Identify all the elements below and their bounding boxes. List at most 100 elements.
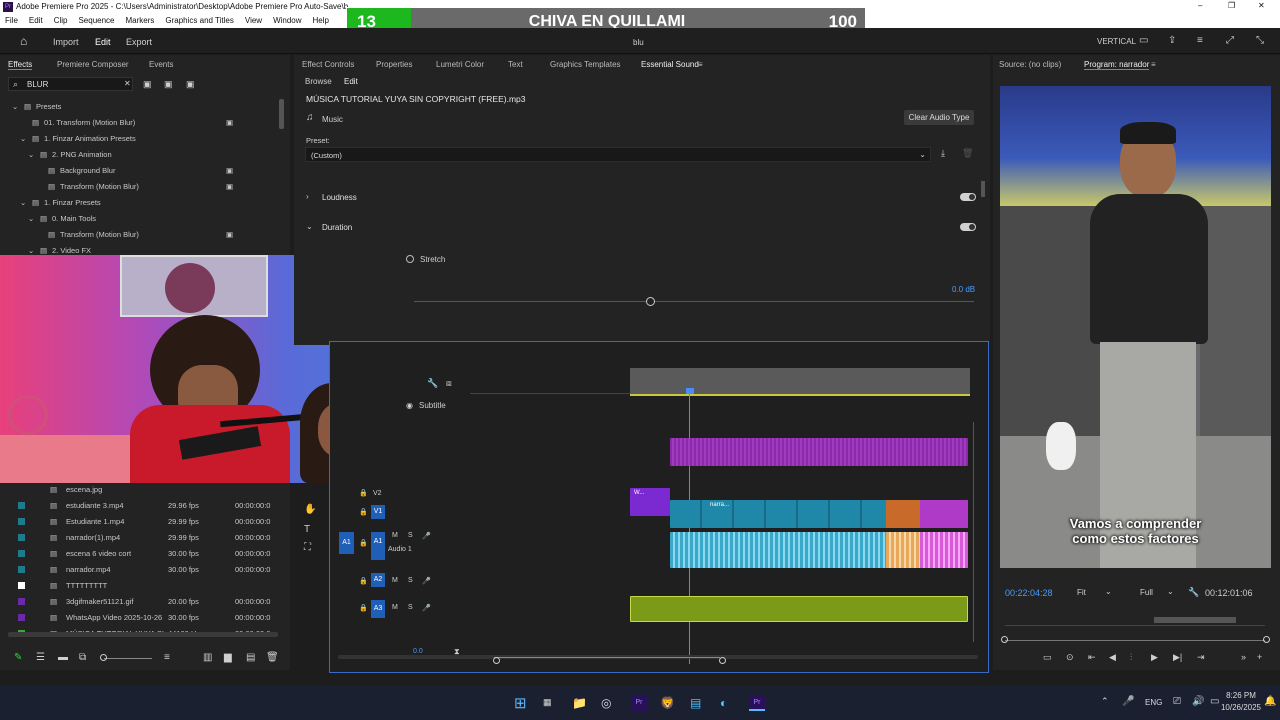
chrome-icon[interactable]: ◎	[601, 696, 611, 710]
lock-a3-icon[interactable]: 🔒	[359, 604, 368, 612]
search-input[interactable]: BLUR	[27, 80, 48, 89]
label-color-swatch[interactable]	[18, 550, 25, 557]
zoom-handle-right[interactable]	[719, 657, 726, 664]
solo-a3-icon[interactable]: S	[408, 604, 413, 611]
menu-file[interactable]: File	[5, 16, 18, 25]
chevron-down-icon[interactable]: ⌄	[12, 99, 18, 115]
project-row[interactable]: ▤ WhatsApp Video 2025-10-26 30.00 fps 00:00…	[0, 610, 280, 626]
track-select-icon[interactable]: ⛶	[304, 542, 311, 553]
tree-folder[interactable]: ⌄ ▤ 0. Main Tools	[0, 211, 280, 227]
effects-search[interactable]: ⌕ BLUR ✕	[8, 77, 133, 91]
clock-time[interactable]: 8:26 PM	[1226, 691, 1256, 700]
brave-icon[interactable]: 🦁	[660, 696, 675, 710]
tree-item[interactable]: ▤ Background Blur ▣	[0, 163, 280, 179]
language-indicator[interactable]: ENG	[1145, 698, 1162, 707]
clear-search-icon[interactable]: ✕	[124, 79, 131, 88]
v1-orange-clip[interactable]	[886, 500, 920, 528]
icon-view-icon[interactable]: ▬	[58, 652, 68, 663]
solo-a2-icon[interactable]: S	[408, 577, 413, 584]
lock-a1-icon[interactable]: 🔒	[359, 539, 368, 547]
project-row[interactable]: ▤ Estudiante 1.mp4 29.99 fps 00:00:00:0	[0, 514, 280, 530]
a3-music-clip[interactable]	[630, 596, 968, 622]
a1-orange-audio[interactable]	[886, 532, 920, 568]
stretch-radio[interactable]	[406, 255, 414, 263]
go-to-in-icon[interactable]: ⇤	[1088, 652, 1096, 663]
project-row[interactable]: ▤ escena.jpg	[0, 482, 280, 498]
nav-edit[interactable]: Edit	[95, 37, 111, 47]
clear-audio-type-button[interactable]: Clear Audio Type	[904, 110, 974, 125]
tab-events[interactable]: Events	[149, 60, 173, 69]
menu-markers[interactable]: Markers	[126, 16, 155, 25]
project-row[interactable]: ▤ 3dgifmaker51121.gif 20.00 fps 00:00:00:0	[0, 594, 280, 610]
play-icon[interactable]: ▶	[1151, 652, 1158, 663]
tree-item[interactable]: ▤ 01. Transform (Motion Blur) ▣	[0, 115, 280, 131]
notification-icon[interactable]: 🔔	[1264, 696, 1276, 707]
scrub-handle-right[interactable]	[1263, 636, 1270, 643]
add-button-icon[interactable]: +	[1257, 652, 1262, 662]
tab-source[interactable]: Source: (no clips)	[999, 60, 1061, 69]
tree-item[interactable]: ▤ Transform (Motion Blur) ▣	[0, 227, 280, 243]
mic-a2-icon[interactable]: 🎤	[422, 577, 431, 585]
go-to-out-icon[interactable]: ⇥	[1197, 652, 1205, 663]
label-color-swatch[interactable]	[18, 502, 25, 509]
start-icon[interactable]: ⊞	[514, 695, 532, 713]
tree-folder[interactable]: ⌄ ▤ Presets	[0, 99, 280, 115]
tree-item[interactable]: ▤ Transform (Motion Blur) ▣	[0, 179, 280, 195]
tree-folder[interactable]: ⌄ ▤ 2. PNG Animation	[0, 147, 280, 163]
tab-effects[interactable]: Effects	[8, 60, 33, 70]
mic-a1-icon[interactable]: 🎤	[422, 532, 431, 540]
tab-properties[interactable]: Properties	[376, 60, 412, 69]
mic-a3-icon[interactable]: 🎤	[422, 604, 431, 612]
essential-sound-menu-icon[interactable]: ≡	[698, 60, 703, 69]
db-value[interactable]: 0.0 dB	[952, 285, 975, 294]
lock-v1-icon[interactable]: 🔒	[359, 508, 368, 516]
label-color-swatch[interactable]	[18, 534, 25, 541]
label-color-swatch[interactable]	[18, 566, 25, 573]
file-explorer-icon[interactable]: 📁	[572, 696, 587, 710]
mute-a3-icon[interactable]: M	[392, 604, 398, 611]
menu-clip[interactable]: Clip	[54, 16, 68, 25]
solo-a1-icon[interactable]: S	[408, 532, 413, 539]
trash-icon[interactable]: 🗑	[266, 652, 279, 663]
label-color-swatch[interactable]	[18, 614, 25, 621]
label-color-swatch[interactable]	[18, 518, 25, 525]
tab-text[interactable]: Text	[508, 60, 523, 69]
menu-view[interactable]: View	[245, 16, 262, 25]
chevron-down-icon[interactable]: ⌄	[28, 211, 34, 227]
expand-icon[interactable]: ⤡	[1256, 35, 1264, 46]
project-row[interactable]: ▤ narrador.mp4 30.00 fps 00:00:00:0	[0, 562, 280, 578]
duration-toggle[interactable]	[960, 223, 976, 231]
timeline-zoom-track[interactable]	[494, 657, 720, 658]
zoom-handle-left[interactable]	[493, 657, 500, 664]
close-button[interactable]: ✕	[1258, 1, 1265, 10]
quality-dropdown[interactable]: Full	[1140, 588, 1153, 597]
hand-tool-icon[interactable]: ✋	[304, 504, 316, 515]
premiere-active-icon[interactable]: Pr	[749, 695, 765, 711]
tab-premiere-composer[interactable]: Premiere Composer	[57, 60, 129, 69]
menu-sequence[interactable]: Sequence	[78, 16, 114, 25]
zoom-slider[interactable]	[104, 658, 152, 659]
source-a1-patch[interactable]: A1	[339, 532, 354, 554]
wrench-icon[interactable]: 🔧	[427, 378, 438, 389]
safe-margins-icon[interactable]: ▭	[1043, 652, 1052, 663]
time-ruler[interactable]	[470, 388, 630, 394]
panel-icon[interactable]: ▭	[1139, 35, 1148, 46]
menu-edit[interactable]: Edit	[29, 16, 43, 25]
fit-dropdown[interactable]: Fit	[1077, 588, 1086, 597]
effects-scrollbar[interactable]	[279, 99, 284, 129]
label-color-swatch[interactable]	[18, 582, 25, 589]
project-row[interactable]: ▤ TTTTTTTTT	[0, 578, 280, 594]
scrub-handle-left[interactable]	[1001, 636, 1008, 643]
menu-graphics[interactable]: Graphics and Titles	[165, 16, 233, 25]
camera-icon[interactable]: ⊙	[1066, 652, 1074, 663]
project-row[interactable]: ▤ escena 6 video cort 30.00 fps 00:00:00:0	[0, 546, 280, 562]
nav-import[interactable]: Import	[53, 37, 79, 47]
task-view-icon[interactable]: ▦	[543, 697, 552, 708]
mute-a1-icon[interactable]: M	[392, 532, 398, 539]
project-row[interactable]: ▤ estudiante 3.mp4 29.96 fps 00:00:00:0	[0, 498, 280, 514]
menu-lines-icon[interactable]: ≡	[1197, 35, 1203, 46]
tray-chevron-icon[interactable]: ⌃	[1101, 696, 1109, 707]
freeform-view-icon[interactable]: ⧉	[79, 652, 86, 663]
playhead-handle[interactable]	[686, 388, 694, 394]
track-v1-label[interactable]: V1	[371, 505, 385, 519]
